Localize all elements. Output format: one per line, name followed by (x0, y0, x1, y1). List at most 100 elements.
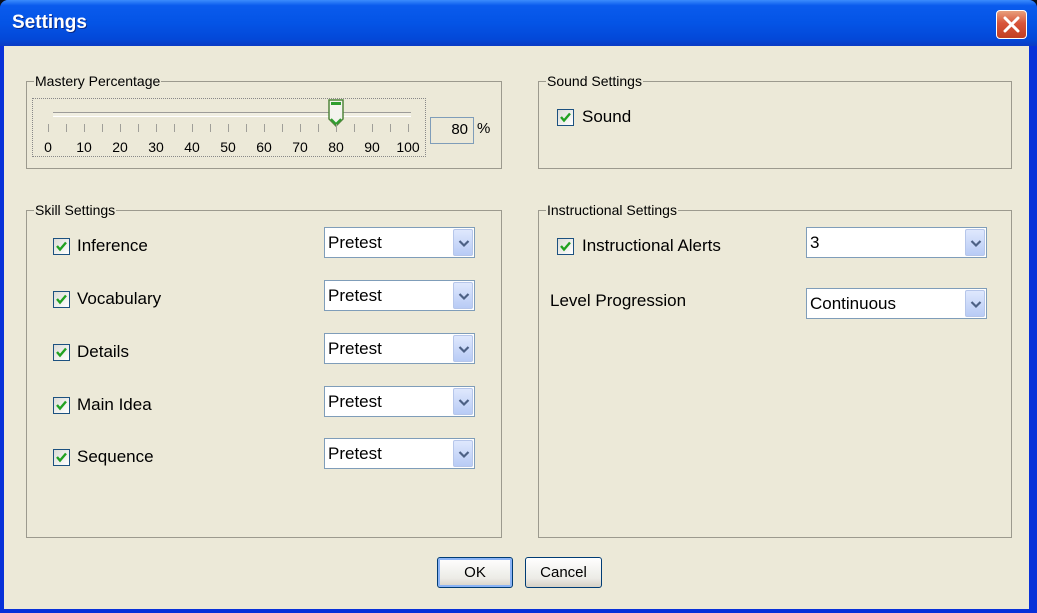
slider-tick (138, 124, 139, 132)
dropdown-button[interactable] (965, 290, 985, 317)
vocabulary-checkbox[interactable] (53, 291, 70, 308)
dropdown-button[interactable] (453, 440, 473, 467)
level-progression-label: Level Progression (550, 291, 687, 310)
check-icon (56, 347, 67, 358)
sound-label: Sound (582, 107, 632, 126)
close-button[interactable] (996, 10, 1027, 39)
dropdown-button[interactable] (453, 229, 473, 256)
slider-thumb[interactable] (328, 99, 344, 127)
cancel-button[interactable]: Cancel (525, 557, 602, 588)
settings-window: Settings Mastery Percentage 0 10 20 30 40 50 6… (0, 0, 1037, 613)
slider-tick (156, 124, 157, 132)
chevron-down-icon (458, 346, 470, 354)
instructional-alerts-checkbox[interactable] (557, 238, 574, 255)
level-progression-select[interactable]: Continuous (806, 288, 987, 319)
details-checkbox[interactable] (53, 344, 70, 361)
instructional-alerts-select[interactable]: 3 (806, 227, 987, 258)
instructional-settings-label: Instructional Settings (546, 202, 678, 218)
chevron-down-icon (458, 240, 470, 248)
main-idea-mode-select[interactable]: Pretest (324, 386, 475, 417)
slider-tick (246, 124, 247, 132)
slider-tick (66, 124, 67, 132)
slider-tick (174, 124, 175, 132)
dropdown-button[interactable] (453, 388, 473, 415)
title-bar[interactable]: Settings (0, 0, 1037, 46)
inference-checkbox[interactable] (53, 238, 70, 255)
slider-tick (192, 124, 193, 132)
vocabulary-label: Vocabulary (77, 289, 162, 308)
instructional-settings-group: Instructional Settings Instructional Ale… (538, 202, 1012, 538)
vocabulary-mode-select[interactable]: Pretest (324, 280, 475, 311)
inference-mode-select[interactable]: Pretest (324, 227, 475, 258)
slider-tick-label: 0 (44, 139, 52, 155)
slider-tick-label: 20 (112, 139, 128, 155)
slider-tick (372, 124, 373, 132)
slider-track (53, 112, 411, 117)
sound-checkbox[interactable] (557, 109, 574, 126)
sequence-checkbox[interactable] (53, 449, 70, 466)
instructional-alerts-value: 3 (810, 233, 820, 252)
slider-tick-label: 30 (148, 139, 164, 155)
mastery-value: 80 (451, 121, 468, 138)
slider-tick (282, 124, 283, 132)
mastery-percentage-group: Mastery Percentage 0 10 20 30 40 50 60 70 80 90 10… (26, 73, 502, 169)
main-idea-mode-value: Pretest (328, 392, 382, 411)
details-label: Details (77, 342, 129, 361)
window-title: Settings (12, 12, 87, 33)
slider-tick (102, 124, 103, 132)
slider-tick (354, 124, 355, 132)
details-mode-select[interactable]: Pretest (324, 333, 475, 364)
sound-settings-label: Sound Settings (546, 73, 643, 89)
check-icon (560, 112, 571, 123)
slider-tick-label: 50 (220, 139, 236, 155)
slider-tick-label: 10 (76, 139, 92, 155)
dropdown-button[interactable] (965, 229, 985, 256)
close-icon (1003, 16, 1020, 33)
slider-tick (210, 124, 211, 132)
dropdown-button[interactable] (453, 282, 473, 309)
vocabulary-mode-value: Pretest (328, 286, 382, 305)
mastery-slider[interactable]: 0 10 20 30 40 50 60 70 80 90 100 (32, 98, 426, 157)
mastery-percentage-label: Mastery Percentage (34, 73, 162, 89)
percent-unit: % (477, 120, 491, 137)
inference-mode-value: Pretest (328, 233, 382, 252)
slider-tick (84, 124, 85, 132)
mastery-value-field[interactable]: 80 (430, 117, 474, 144)
chevron-down-icon (458, 451, 470, 459)
inference-label: Inference (77, 236, 148, 255)
main-idea-checkbox[interactable] (53, 397, 70, 414)
slider-tick (408, 124, 409, 132)
check-icon (56, 400, 67, 411)
slider-tick-label: 60 (256, 139, 272, 155)
dialog-body: Mastery Percentage 0 10 20 30 40 50 60 70 80 90 10… (4, 46, 1029, 609)
chevron-down-icon (970, 301, 982, 309)
slider-tick-label: 40 (184, 139, 200, 155)
dropdown-button[interactable] (453, 335, 473, 362)
check-icon (56, 452, 67, 463)
slider-tick (336, 124, 337, 132)
slider-tick (318, 124, 319, 132)
instructional-alerts-label: Instructional Alerts (582, 236, 721, 255)
sequence-mode-select[interactable]: Pretest (324, 438, 475, 469)
details-mode-value: Pretest (328, 339, 382, 358)
check-icon (56, 294, 67, 305)
ok-button[interactable]: OK (437, 557, 513, 588)
chevron-down-icon (970, 240, 982, 248)
slider-tick (48, 124, 49, 132)
slider-tick-label: 70 (292, 139, 308, 155)
slider-tick (120, 124, 121, 132)
check-icon (560, 241, 571, 252)
slider-tick (228, 124, 229, 132)
chevron-down-icon (458, 293, 470, 301)
check-icon (56, 241, 67, 252)
slider-tick (300, 124, 301, 132)
sequence-mode-value: Pretest (328, 444, 382, 463)
sequence-label: Sequence (77, 447, 154, 466)
slider-tick-label: 90 (364, 139, 380, 155)
skill-settings-group: Skill Settings Inference Pretest Vocabul… (26, 202, 502, 538)
sound-settings-group: Sound Settings Sound (538, 73, 1012, 169)
slider-tick-label: 80 (328, 139, 344, 155)
main-idea-label: Main Idea (77, 395, 152, 414)
chevron-down-icon (458, 399, 470, 407)
level-progression-value: Continuous (810, 294, 897, 313)
